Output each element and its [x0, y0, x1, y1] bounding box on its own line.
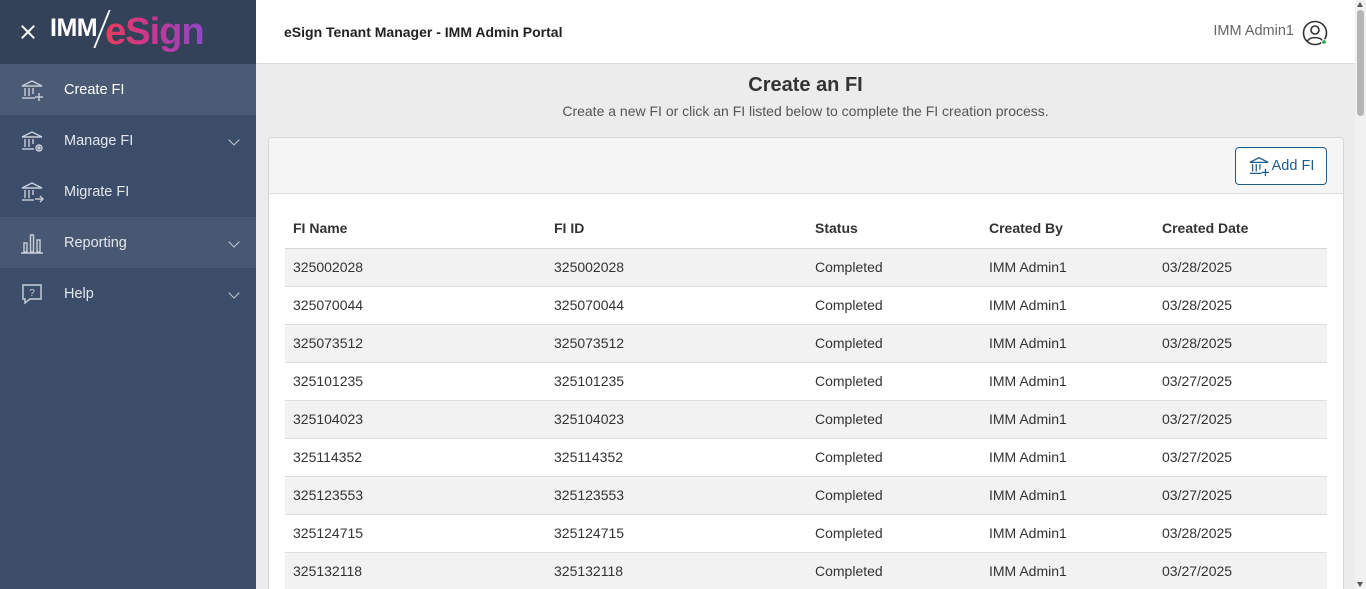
column-header-status[interactable]: Status	[807, 209, 981, 249]
column-header-created-date[interactable]: Created Date	[1154, 209, 1327, 249]
fi-table: FI Name FI ID Status Created By Created …	[285, 209, 1327, 589]
cell-status: Completed	[807, 552, 981, 589]
table-row[interactable]: 325101235 325101235 Completed IMM Admin1…	[285, 362, 1327, 401]
cell-fi-id: 325132118	[546, 552, 807, 589]
bank-add-icon	[1249, 157, 1269, 177]
scroll-thumb[interactable]	[1357, 10, 1364, 116]
table-header-row: FI Name FI ID Status Created By Created …	[285, 209, 1327, 249]
sidebar-item-manage-fi[interactable]: Manage FI	[0, 115, 256, 166]
cell-status: Completed	[807, 438, 981, 477]
sidebar-item-create-fi[interactable]: Create FI	[0, 64, 256, 115]
cell-status: Completed	[807, 476, 981, 515]
column-header-fi-id[interactable]: FI ID	[546, 209, 807, 249]
sidebar-header: IMM eSign	[0, 0, 256, 64]
logo: IMM eSign	[50, 10, 205, 53]
chevron-down-icon	[228, 236, 240, 248]
fi-list-panel: Add FI FI Name FI ID Status Created By C…	[268, 137, 1344, 589]
bank-add-icon	[20, 78, 44, 102]
cell-created-by: IMM Admin1	[981, 552, 1154, 589]
cell-status: Completed	[807, 324, 981, 363]
cell-fi-id: 325073512	[546, 324, 807, 363]
cell-fi-name: 325132118	[285, 552, 546, 589]
cell-created-by: IMM Admin1	[981, 400, 1154, 439]
close-icon[interactable]	[19, 23, 37, 41]
cell-fi-name: 325104023	[285, 400, 546, 439]
cell-fi-name: 325124715	[285, 514, 546, 553]
svg-text:?: ?	[29, 288, 35, 299]
table-row[interactable]: 325132118 325132118 Completed IMM Admin1…	[285, 552, 1327, 589]
cell-fi-name: 325002028	[285, 248, 546, 287]
bank-arrow-icon	[20, 180, 44, 204]
cell-created-date: 03/28/2025	[1154, 248, 1327, 287]
cell-created-date: 03/27/2025	[1154, 400, 1327, 439]
table-row[interactable]: 325123553 325123553 Completed IMM Admin1…	[285, 476, 1327, 515]
cell-fi-id: 325114352	[546, 438, 807, 477]
bank-settings-icon	[20, 129, 44, 153]
cell-fi-name: 325101235	[285, 362, 546, 401]
sidebar-nav: Create FI Manage FI Migrate FI Reporting…	[0, 64, 256, 319]
cell-created-date: 03/27/2025	[1154, 362, 1327, 401]
cell-fi-id: 325101235	[546, 362, 807, 401]
table-row[interactable]: 325002028 325002028 Completed IMM Admin1…	[285, 248, 1327, 287]
cell-created-date: 03/28/2025	[1154, 286, 1327, 325]
column-header-fi-name[interactable]: FI Name	[285, 209, 546, 249]
cell-fi-name: 325123553	[285, 476, 546, 515]
column-header-created-by[interactable]: Created By	[981, 209, 1154, 249]
table-row[interactable]: 325104023 325104023 Completed IMM Admin1…	[285, 400, 1327, 439]
sidebar: IMM eSign Create FI Manage FI Migrate FI…	[0, 0, 256, 589]
page-title: Create an FI	[748, 74, 863, 96]
cell-created-by: IMM Admin1	[981, 476, 1154, 515]
app-title: eSign Tenant Manager - IMM Admin Portal	[284, 24, 563, 40]
cell-fi-id: 325104023	[546, 400, 807, 439]
cell-fi-name: 325070044	[285, 286, 546, 325]
cell-fi-id: 325124715	[546, 514, 807, 553]
table-row[interactable]: 325073512 325073512 Completed IMM Admin1…	[285, 324, 1327, 363]
table-row[interactable]: 325114352 325114352 Completed IMM Admin1…	[285, 438, 1327, 477]
chevron-down-icon	[228, 287, 240, 299]
bar-chart-icon	[20, 231, 44, 255]
cell-created-by: IMM Admin1	[981, 438, 1154, 477]
cell-created-date: 03/28/2025	[1154, 514, 1327, 553]
cell-status: Completed	[807, 514, 981, 553]
cell-status: Completed	[807, 362, 981, 401]
cell-fi-id: 325002028	[546, 248, 807, 287]
help-icon: ?	[20, 282, 44, 306]
cell-fi-id: 325070044	[546, 286, 807, 325]
cell-created-by: IMM Admin1	[981, 362, 1154, 401]
cell-fi-name: 325073512	[285, 324, 546, 363]
panel-toolbar: Add FI	[269, 138, 1343, 194]
add-fi-button[interactable]: Add FI	[1235, 147, 1327, 185]
cell-status: Completed	[807, 286, 981, 325]
sidebar-item-migrate-fi[interactable]: Migrate FI	[0, 166, 256, 217]
add-fi-label: Add FI	[1271, 158, 1315, 174]
cell-created-date: 03/27/2025	[1154, 476, 1327, 515]
page-scrollbar[interactable]	[1355, 0, 1366, 589]
cell-fi-name: 325114352	[285, 438, 546, 477]
cell-created-by: IMM Admin1	[981, 324, 1154, 363]
cell-created-date: 03/27/2025	[1154, 438, 1327, 477]
cell-status: Completed	[807, 400, 981, 439]
cell-status: Completed	[807, 248, 981, 287]
scroll-down-arrow-icon[interactable]	[1357, 582, 1363, 587]
cell-fi-id: 325123553	[546, 476, 807, 515]
cell-created-by: IMM Admin1	[981, 286, 1154, 325]
cell-created-by: IMM Admin1	[981, 248, 1154, 287]
cell-created-date: 03/27/2025	[1154, 552, 1327, 589]
top-header: eSign Tenant Manager - IMM Admin Portal …	[256, 0, 1355, 64]
chevron-down-icon	[228, 134, 240, 146]
user-avatar-icon[interactable]	[1302, 20, 1328, 46]
cell-created-by: IMM Admin1	[981, 514, 1154, 553]
cell-created-date: 03/28/2025	[1154, 324, 1327, 363]
table-row[interactable]: 325070044 325070044 Completed IMM Admin1…	[285, 286, 1327, 325]
sidebar-item-reporting[interactable]: Reporting	[0, 217, 256, 268]
table-row[interactable]: 325124715 325124715 Completed IMM Admin1…	[285, 514, 1327, 553]
page-subtitle: Create a new FI or click an FI listed be…	[562, 103, 1049, 119]
sidebar-item-help[interactable]: ? Help	[0, 268, 256, 319]
scroll-up-arrow-icon[interactable]	[1357, 2, 1363, 7]
user-name[interactable]: IMM Admin1	[1213, 23, 1294, 39]
